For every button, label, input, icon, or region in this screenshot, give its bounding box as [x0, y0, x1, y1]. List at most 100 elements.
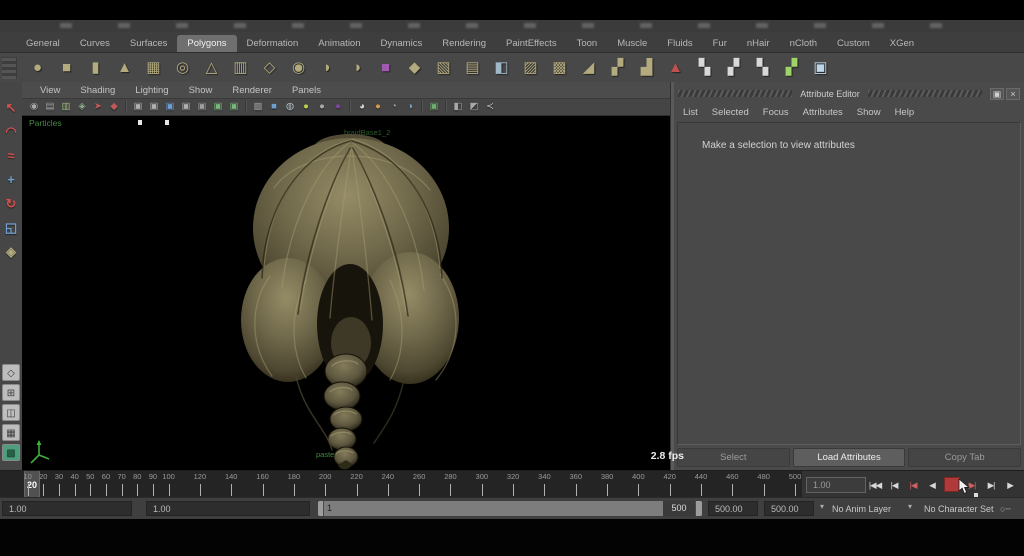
range-end-handle[interactable]: [695, 501, 702, 516]
layout-single-pane-button[interactable]: ◇: [2, 364, 20, 381]
go-to-start-button[interactable]: |◀◀: [866, 477, 884, 493]
last-tool-icon[interactable]: ◈: [0, 240, 22, 264]
mirror-icon[interactable]: ◧: [487, 55, 516, 80]
attribute-editor-menu-selected[interactable]: Selected: [709, 107, 760, 118]
half-ball-icon[interactable]: ◔: [386, 100, 402, 114]
isolate-select-icon[interactable]: ▣: [426, 100, 442, 114]
playback-end-field[interactable]: 500.00: [708, 501, 758, 516]
shelf-tab-nhair[interactable]: nHair: [737, 35, 780, 52]
sculpt-tool-icon[interactable]: ▲: [661, 55, 690, 80]
shelf-grip-handle[interactable]: [2, 57, 17, 79]
layout-two-pane-button[interactable]: ◫: [2, 404, 20, 421]
orange-ball-icon[interactable]: ●: [370, 100, 386, 114]
bridge-icon[interactable]: ▤: [458, 55, 487, 80]
uv-planar-icon[interactable]: ▚: [690, 55, 719, 80]
triangulate-icon[interactable]: ◢: [574, 55, 603, 80]
poly-cylinder-icon[interactable]: ▮: [81, 55, 110, 80]
attribute-editor-menu-show[interactable]: Show: [854, 107, 892, 118]
copy-tab-button[interactable]: Copy Tab: [908, 448, 1021, 467]
poly-prism-icon[interactable]: △: [197, 55, 226, 80]
uv-automatic-icon[interactable]: ▞: [777, 55, 806, 80]
textured-display-icon[interactable]: ■: [266, 100, 282, 114]
shelf-tab-deformation[interactable]: Deformation: [237, 35, 309, 52]
screen-ao-icon[interactable]: ▣: [210, 100, 226, 114]
shelf-tab-polygons[interactable]: Polygons: [177, 35, 236, 52]
shelf-tab-ncloth[interactable]: nCloth: [780, 35, 827, 52]
blue-ball-icon[interactable]: ◑: [402, 100, 418, 114]
purple-ball-icon[interactable]: ●: [330, 100, 346, 114]
add-divisions-icon[interactable]: ▩: [545, 55, 574, 80]
viewport-menu-renderer[interactable]: Renderer: [222, 85, 282, 96]
layout-persp-outliner-button[interactable]: ▦: [2, 424, 20, 441]
separate-icon[interactable]: ◗: [313, 55, 342, 80]
step-back-key-button[interactable]: |◀: [904, 477, 922, 493]
default-material-icon[interactable]: ▩: [250, 100, 266, 114]
manipulator-dot[interactable]: [165, 120, 169, 125]
shelf-tab-toon[interactable]: Toon: [567, 35, 608, 52]
load-attributes-button[interactable]: Load Attributes: [793, 448, 906, 467]
combine-icon[interactable]: ◉: [284, 55, 313, 80]
textured-mode-icon[interactable]: ▣: [162, 100, 178, 114]
separate-view-icon[interactable]: ◧: [450, 100, 466, 114]
select-tool-icon[interactable]: ↖: [0, 96, 22, 120]
step-forward-frame-button[interactable]: ▶|: [982, 477, 1000, 493]
close-icon[interactable]: ×: [1006, 88, 1020, 100]
playback-speed-field[interactable]: 1.00: [806, 477, 866, 493]
attribute-editor-menu-help[interactable]: Help: [892, 107, 926, 118]
uv-cylindrical-icon[interactable]: ▞: [719, 55, 748, 80]
timeline-track[interactable]: 20 1020304050607080901001201401601802002…: [0, 471, 802, 498]
poly-platonic-icon[interactable]: ◇: [255, 55, 284, 80]
shelf-tab-fur[interactable]: Fur: [703, 35, 737, 52]
restore-window-icon[interactable]: ▣: [990, 88, 1004, 100]
quadrangulate-icon[interactable]: ▞: [603, 55, 632, 80]
shelf-tab-custom[interactable]: Custom: [827, 35, 880, 52]
step-back-frame-button[interactable]: |◀: [885, 477, 903, 493]
viewport-menu-panels[interactable]: Panels: [282, 85, 331, 96]
poly-plane-icon[interactable]: ▦: [139, 55, 168, 80]
shelf-tab-fluids[interactable]: Fluids: [657, 35, 702, 52]
animation-end-field[interactable]: 500.00: [764, 501, 814, 516]
uv-editor-icon[interactable]: ▣: [806, 55, 835, 80]
poly-cone-icon[interactable]: ▲: [110, 55, 139, 80]
bevel-icon[interactable]: ◆: [400, 55, 429, 80]
crease-tool-icon[interactable]: ■: [371, 55, 400, 80]
shelf-tab-xgen[interactable]: XGen: [880, 35, 924, 52]
layout-persp-textured-button[interactable]: ▩: [2, 444, 20, 461]
lasso-tool-icon[interactable]: ◠: [0, 120, 22, 144]
smooth-icon[interactable]: ▨: [516, 55, 545, 80]
shelf-tab-dynamics[interactable]: Dynamics: [371, 35, 433, 52]
boolean-icon[interactable]: ◑: [342, 55, 371, 80]
camera-view-icon[interactable]: ◕: [354, 100, 370, 114]
poly-cube-icon[interactable]: ■: [52, 55, 81, 80]
select-button[interactable]: Select: [677, 448, 790, 467]
grease-pencil-icon[interactable]: ◆: [106, 100, 122, 114]
shelf-tab-animation[interactable]: Animation: [308, 35, 370, 52]
move-tool-icon[interactable]: +: [0, 168, 22, 192]
auto-key-icon[interactable]: ○╌: [1000, 498, 1011, 520]
image-plane-icon[interactable]: ◈: [74, 100, 90, 114]
wireframe-mode-icon[interactable]: ▣: [130, 100, 146, 114]
attribute-editor-titlebar[interactable]: Attribute Editor ▣×: [678, 87, 1020, 100]
rotate-tool-icon[interactable]: ↻: [0, 192, 22, 216]
play-backwards-button[interactable]: ◀: [923, 477, 941, 493]
xray-ball-icon[interactable]: ●: [298, 100, 314, 114]
share-icon[interactable]: ≺: [482, 100, 498, 114]
poly-torus-icon[interactable]: ◎: [168, 55, 197, 80]
shelf-tab-surfaces[interactable]: Surfaces: [120, 35, 178, 52]
loop-icon[interactable]: ◩: [466, 100, 482, 114]
viewport-canvas[interactable]: Particles braidBase1_2 pasted_1: [22, 116, 692, 470]
playback-start-field[interactable]: 1.00: [146, 501, 310, 516]
range-slider[interactable]: 1 500: [318, 501, 702, 516]
viewport-menu-shading[interactable]: Shading: [70, 85, 125, 96]
reduce-icon[interactable]: ▟: [632, 55, 661, 80]
attribute-editor-menu-list[interactable]: List: [680, 107, 709, 118]
shelf-tab-general[interactable]: General: [16, 35, 70, 52]
poly-pipe-icon[interactable]: ▥: [226, 55, 255, 80]
character-set-dropdown[interactable]: No Character Set: [924, 498, 994, 520]
scale-tool-icon[interactable]: ◱: [0, 216, 22, 240]
layout-four-pane-button[interactable]: ⊞: [2, 384, 20, 401]
gray-ball-icon[interactable]: ●: [314, 100, 330, 114]
motion-blur-icon[interactable]: ▣: [226, 100, 242, 114]
shelf-tab-painteffects[interactable]: PaintEffects: [496, 35, 567, 52]
poly-sphere-icon[interactable]: ●: [23, 55, 52, 80]
